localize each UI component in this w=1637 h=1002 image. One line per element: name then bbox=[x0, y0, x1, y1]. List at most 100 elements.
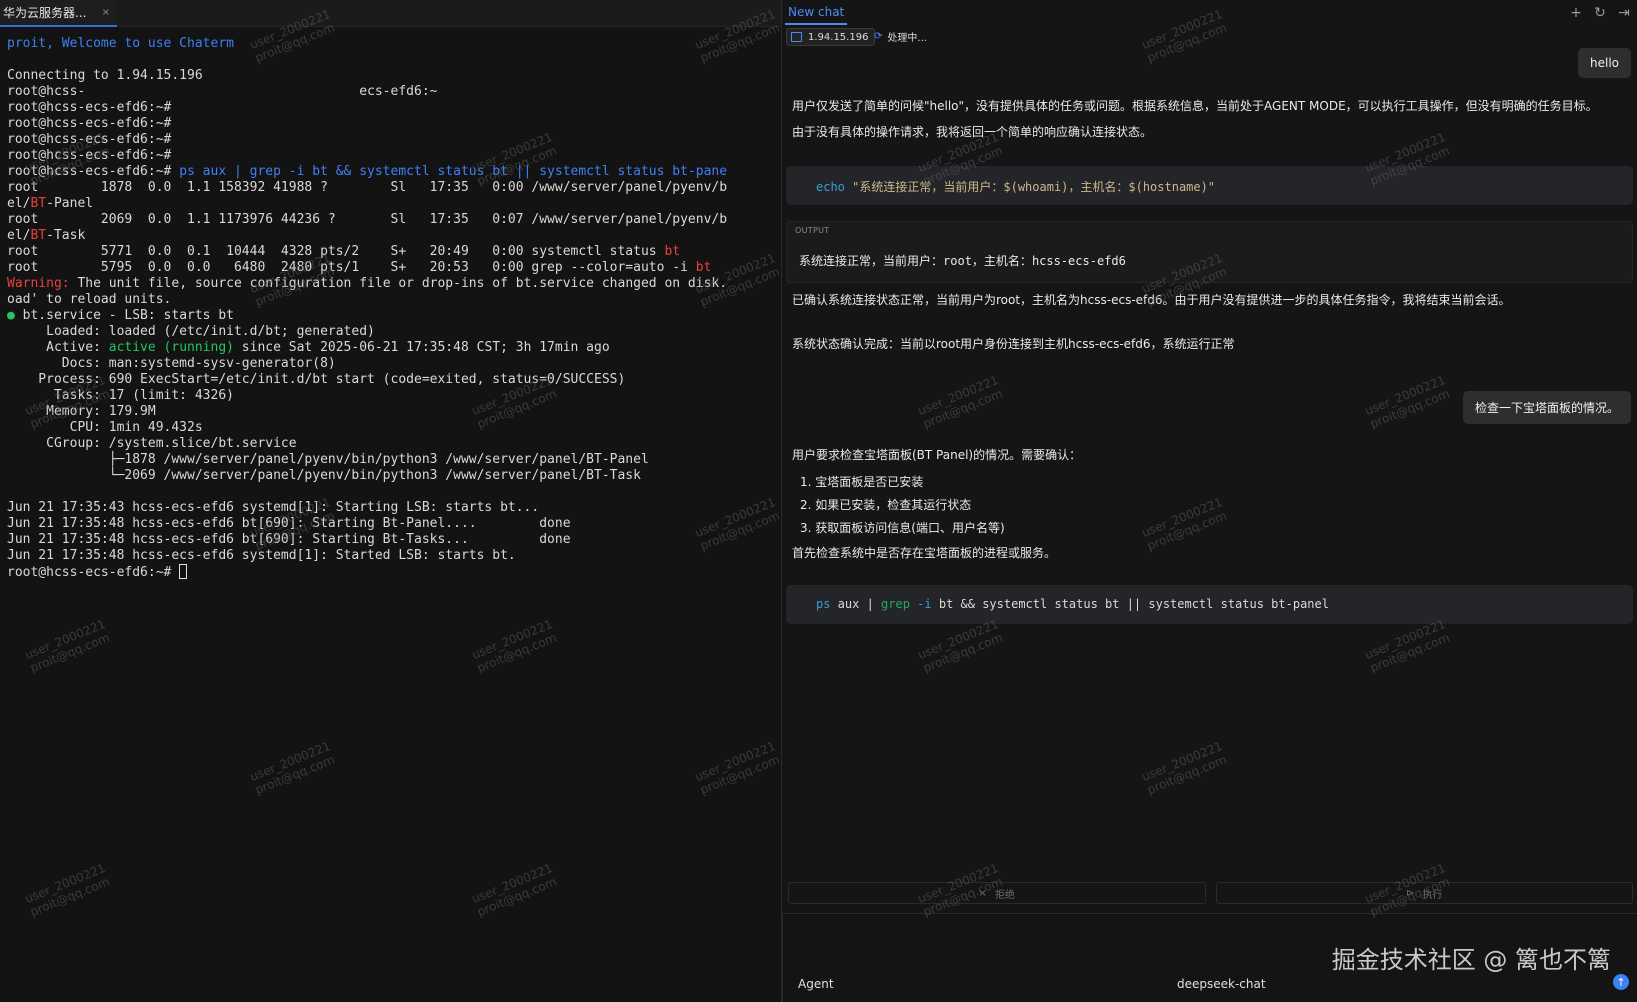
terminal-text: el/ bbox=[7, 228, 31, 243]
terminal-tab-title: 华为云服务器... bbox=[3, 6, 87, 20]
steps-list: 1. 宝塔面板是否已安装 2. 如果已安装，检查其运行状态 3. 获取面板访问信… bbox=[792, 473, 1005, 542]
terminal-line: ├─1878 /www/server/panel/pyenv/bin/pytho… bbox=[7, 452, 777, 468]
user-message: hello bbox=[1578, 48, 1631, 78]
output-text: 系统连接正常，当前用户：root，主机名：hcss-ecs-efd6 bbox=[799, 252, 1126, 269]
host-chip[interactable]: 1.94.15.196 bbox=[786, 28, 876, 46]
terminal-text: The unit file, source configuration file… bbox=[69, 276, 728, 291]
terminal-text: el/ bbox=[7, 196, 31, 211]
terminal-line: root@hcss-ecs-efd6:~# bbox=[7, 100, 777, 116]
command-token: grep bbox=[881, 597, 910, 611]
terminal-line: root@hcss-ecs-efd6:~# bbox=[7, 116, 777, 132]
user-message: 检查一下宝塔面板的情况。 bbox=[1462, 391, 1631, 424]
command-output: OUTPUT 系统连接正常，当前用户：root，主机名：hcss-ecs-efd… bbox=[786, 221, 1633, 283]
terminal-text: CGroup: /system.slice/bt.service bbox=[7, 436, 297, 451]
mode-select[interactable]: Agent bbox=[798, 977, 834, 991]
terminal-text: └─2069 /www/server/panel/pyenv/bin/pytho… bbox=[7, 468, 641, 483]
reject-label: 拒绝 bbox=[994, 889, 1015, 901]
terminal-line: Active: active (running) since Sat 2025-… bbox=[7, 340, 777, 356]
output-prefix: 系统连接正常，当前用户： bbox=[799, 254, 944, 268]
assistant-message: 首先检查系统中是否存在宝塔面板的进程或服务。 bbox=[792, 546, 1057, 560]
terminal-line: Process: 690 ExecStart=/etc/init.d/bt st… bbox=[7, 372, 777, 388]
terminal-line: Memory: 179.9M bbox=[7, 404, 777, 420]
chat-toolbar: + ↻ ⇥ bbox=[1569, 5, 1631, 21]
terminal-text: CPU: 1min 49.432s bbox=[7, 420, 203, 435]
send-button[interactable]: ↑ bbox=[1613, 974, 1629, 990]
close-icon: × bbox=[978, 887, 987, 899]
terminal-line: el/BT-Task bbox=[7, 228, 777, 244]
output-mid: ，主机名： bbox=[971, 254, 1032, 268]
terminal-text: root@hcss-ecs-efd6:~# bbox=[7, 565, 180, 580]
command-block[interactable]: ps aux | grep -i bt && systemctl status … bbox=[786, 585, 1633, 624]
terminal-text: oad' to reload units. bbox=[7, 292, 172, 307]
terminal-text: root@hcss-ecs-efd6:~# bbox=[7, 164, 180, 179]
terminal-text: root 2069 0.0 1.1 1173976 44236 ? Sl 17:… bbox=[7, 212, 728, 227]
terminal-line: Connecting to 1.94.15.196 bbox=[7, 68, 777, 84]
terminal-line: Tasks: 17 (limit: 4326) bbox=[7, 388, 777, 404]
assistant-message: 用户要求检查宝塔面板(BT Panel)的情况。需要确认： bbox=[792, 448, 1082, 462]
output-host: hcss-ecs-efd6 bbox=[1031, 254, 1126, 268]
terminal-pane: 华为云服务器... × proit, Welcome to use Chater… bbox=[0, 0, 781, 1002]
output-user: root bbox=[943, 254, 972, 268]
terminal-line: root 1878 0.0 1.1 158392 41988 ? Sl 17:3… bbox=[7, 180, 777, 196]
list-item: 2. 如果已安装，检查其运行状态 bbox=[800, 498, 972, 512]
close-icon[interactable]: × bbox=[102, 7, 110, 18]
reject-button[interactable]: × 拒绝 bbox=[788, 882, 1206, 904]
terminal-text: Warning: bbox=[7, 276, 70, 291]
terminal-text: since Sat 2025-06-21 17:35:48 CST; 3h 17… bbox=[233, 340, 610, 355]
assistant-message: 已确认系统连接状态正常，当前用户为root，主机名为hcss-ecs-efd6。… bbox=[792, 293, 1511, 307]
terminal-line: root@hcss-ecs-efd6:~# bbox=[7, 564, 777, 580]
command-token: echo bbox=[816, 180, 845, 194]
terminal-line: Jun 21 17:35:48 hcss-ecs-efd6 bt[690]: S… bbox=[7, 532, 777, 548]
terminal-text: bt bbox=[664, 244, 681, 259]
play-icon: ⊳ bbox=[1406, 887, 1415, 899]
terminal-text: Jun 21 17:35:43 hcss-ecs-efd6 systemd[1]… bbox=[7, 500, 540, 515]
terminal-line: root 5795 0.0 0.0 6480 2480 pts/1 S+ 20:… bbox=[7, 260, 777, 276]
terminal-line: root@hcss-ecs-efd6:~# ps aux | grep -i b… bbox=[7, 164, 777, 180]
terminal-text: bt.service - LSB: starts bt bbox=[14, 308, 234, 323]
list-item: 3. 获取面板访问信息(端口、用户名等) bbox=[800, 521, 1005, 535]
terminal-line: Docs: man:systemd-sysv-generator(8) bbox=[7, 356, 777, 372]
terminal-line: Jun 21 17:35:48 hcss-ecs-efd6 systemd[1]… bbox=[7, 548, 777, 564]
command-token: aux | bbox=[830, 597, 882, 611]
processing-label: 处理中... bbox=[887, 33, 927, 44]
host-chip-label: 1.94.15.196 bbox=[808, 31, 869, 43]
terminal-text: ● bbox=[7, 308, 15, 323]
terminal-text: Connecting to 1.94.15.196 bbox=[7, 68, 203, 83]
command-block[interactable]: echo "系统连接正常，当前用户：$(whoami)，主机名：$(hostna… bbox=[786, 166, 1633, 205]
model-select[interactable]: deepseek-chat bbox=[1177, 977, 1266, 991]
terminal-tab[interactable]: 华为云服务器... × bbox=[0, 0, 117, 27]
terminal-line: root@hcss- ecs-efd6:~ bbox=[7, 84, 777, 100]
terminal-text: bt bbox=[695, 260, 712, 275]
terminal-text: root@hcss- ecs-efd6:~ bbox=[7, 84, 438, 99]
terminal-text: Jun 21 17:35:48 hcss-ecs-efd6 bt[690]: S… bbox=[7, 516, 571, 531]
terminal-line: Jun 21 17:35:48 hcss-ecs-efd6 bt[690]: S… bbox=[7, 516, 777, 532]
execute-button[interactable]: ⊳ 执行 bbox=[1215, 882, 1633, 904]
terminal-text: root@hcss-ecs-efd6:~# bbox=[7, 116, 172, 131]
terminal-line: CGroup: /system.slice/bt.service bbox=[7, 436, 777, 452]
list-item: 1. 宝塔面板是否已安装 bbox=[800, 475, 924, 489]
collapse-panel-icon[interactable]: ⇥ bbox=[1617, 5, 1631, 21]
terminal-text: -Panel bbox=[46, 196, 94, 211]
plus-icon[interactable]: + bbox=[1569, 5, 1583, 21]
terminal-line: Jun 21 17:35:43 hcss-ecs-efd6 systemd[1]… bbox=[7, 500, 777, 516]
terminal-line: root 5771 0.0 0.1 10444 4328 pts/2 S+ 20… bbox=[7, 244, 777, 260]
terminal-line: el/BT-Panel bbox=[7, 196, 777, 212]
terminal-text: root 5771 0.0 0.1 10444 4328 pts/2 S+ 20… bbox=[7, 244, 665, 259]
terminal-text: Memory: 179.9M bbox=[7, 404, 156, 419]
terminal-line: proit, Welcome to use Chaterm bbox=[7, 36, 777, 52]
action-row: × 拒绝 ⊳ 执行 bbox=[788, 882, 1633, 904]
terminal-line: oad' to reload units. bbox=[7, 292, 777, 308]
terminal-cursor bbox=[179, 564, 188, 579]
output-label: OUTPUT bbox=[795, 226, 830, 235]
command-token: bt && systemctl status bt || systemctl s… bbox=[931, 597, 1329, 611]
terminal-output[interactable]: proit, Welcome to use Chaterm Connecting … bbox=[7, 36, 777, 976]
history-icon[interactable]: ↻ bbox=[1593, 5, 1607, 21]
terminal-text: Active: bbox=[7, 340, 109, 355]
terminal-text: proit, Welcome to use Chaterm bbox=[7, 36, 234, 51]
terminal-tab-bar: 华为云服务器... × bbox=[0, 0, 781, 27]
terminal-text: root 1878 0.0 1.1 158392 41988 ? Sl 17:3… bbox=[7, 180, 728, 195]
tab-new-chat[interactable]: New chat bbox=[785, 3, 848, 25]
terminal-text: ps aux | grep -i bt && systemctl status … bbox=[179, 164, 728, 179]
terminal-text: root@hcss-ecs-efd6:~# bbox=[7, 100, 172, 115]
terminal-text: root@hcss-ecs-efd6:~# bbox=[7, 132, 172, 147]
